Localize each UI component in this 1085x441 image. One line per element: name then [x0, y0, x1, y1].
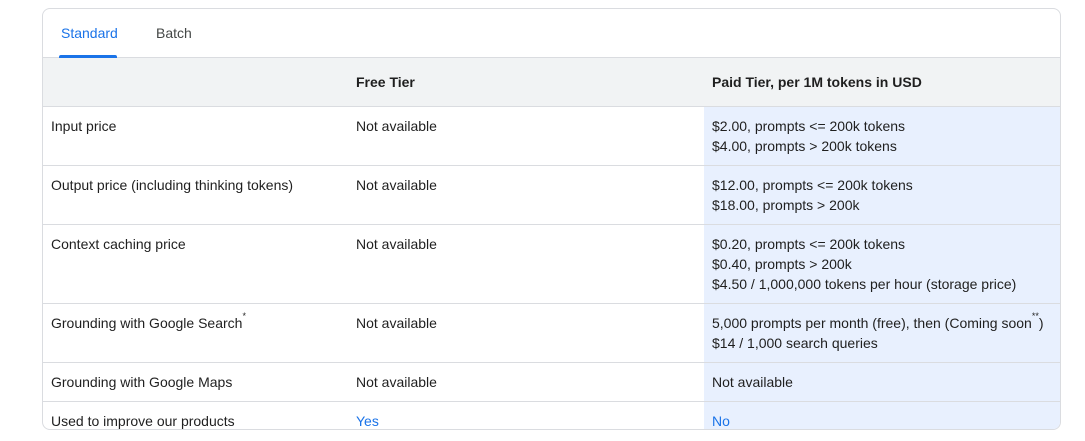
free-tier-cell: Yes [356, 412, 379, 429]
table-row: Input price Not available $2.00, prompts… [43, 106, 1060, 166]
paid-tier-cell: $12.00, prompts <= 200k tokens $18.00, p… [704, 165, 1060, 225]
pricing-table: Free Tier Paid Tier, per 1M tokens in US… [43, 58, 1060, 429]
table-row: Output price (including thinking tokens)… [43, 165, 1060, 225]
paid-tier-cell: Not available [704, 362, 1060, 402]
paid-tier-cell: $2.00, prompts <= 200k tokens $4.00, pro… [704, 106, 1060, 166]
row-label: Grounding with Google Maps [43, 362, 348, 402]
pricing-card: Standard Batch Free Tier Paid Tier, per … [42, 8, 1061, 430]
row-label: Context caching price [43, 224, 348, 304]
paid-tier-cell: $0.20, prompts <= 200k tokens $0.40, pro… [704, 224, 1060, 304]
row-label: Input price [43, 106, 348, 166]
paid-line: $18.00, prompts > 200k [712, 196, 860, 213]
paid-tier-cell: 5,000 prompts per month (free), then (Co… [704, 303, 1060, 363]
active-tab-indicator [59, 55, 117, 58]
header-feature [43, 58, 348, 107]
table-header-row: Free Tier Paid Tier, per 1M tokens in US… [43, 58, 1060, 107]
tab-batch[interactable]: Batch [156, 25, 192, 41]
free-tier-cell: Not available [348, 362, 704, 402]
tab-bar: Standard Batch [43, 9, 1060, 58]
paid-line: $0.40, prompts > 200k [712, 255, 852, 272]
table-row: Grounding with Google Search* Not availa… [43, 303, 1060, 363]
table-row: Used to improve our products Yes No [43, 401, 1060, 429]
paid-line: $2.00, prompts <= 200k tokens [712, 117, 906, 134]
paid-line-suffix: ) [1038, 314, 1044, 331]
row-label: Grounding with Google Search* [43, 303, 348, 363]
table-row: Grounding with Google Maps Not available… [43, 362, 1060, 402]
row-label-text: Grounding with Google Search [51, 314, 243, 331]
header-free-tier: Free Tier [348, 58, 704, 107]
paid-tier-cell: No [704, 401, 1060, 429]
free-tier-cell: Not available [348, 224, 704, 304]
paid-line: $0.20, prompts <= 200k tokens [712, 235, 906, 252]
free-tier-cell: Not available [348, 106, 704, 166]
row-label: Output price (including thinking tokens) [43, 165, 348, 225]
free-tier-cell: Not available [348, 165, 704, 225]
free-tier-cell: Not available [348, 303, 704, 363]
paid-line: $14 / 1,000 search queries [712, 334, 878, 351]
paid-line: 5,000 prompts per month (free), then (Co… [712, 310, 1054, 333]
header-paid-tier: Paid Tier, per 1M tokens in USD [704, 58, 1060, 107]
paid-line: $12.00, prompts <= 200k tokens [712, 176, 913, 193]
footnote-marker: ** [1031, 310, 1039, 321]
footnote-marker: * [242, 310, 246, 321]
table-row: Context caching price Not available $0.2… [43, 224, 1060, 304]
paid-line-text: 5,000 prompts per month (free), then (Co… [712, 314, 1032, 331]
row-label: Used to improve our products [51, 412, 235, 429]
paid-line: $4.00, prompts > 200k tokens [712, 137, 897, 154]
paid-line: $4.50 / 1,000,000 tokens per hour (stora… [712, 275, 1017, 292]
tab-standard[interactable]: Standard [61, 25, 118, 41]
